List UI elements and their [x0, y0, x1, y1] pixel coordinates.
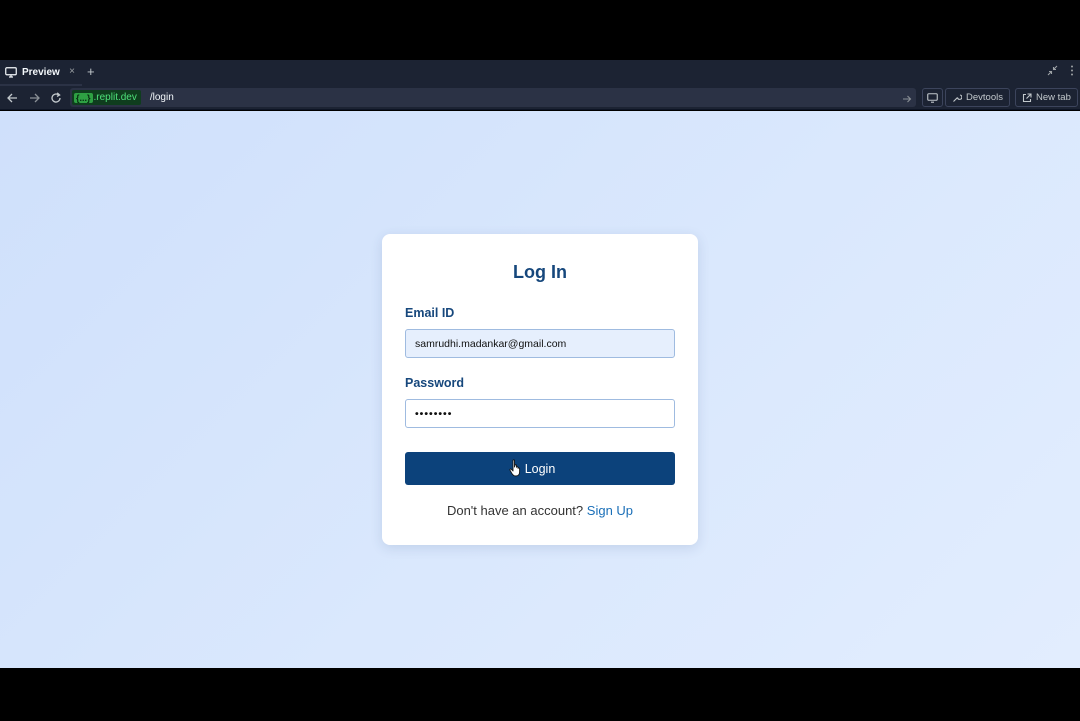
signup-prompt-text: Don't have an account? [446, 503, 584, 518]
login-button[interactable]: Login [405, 452, 675, 485]
browser-nav-bar: {...} .replit.dev /login Devtools New ta… [0, 86, 1080, 110]
external-link-icon [1022, 92, 1032, 102]
devtools-label: Devtools [966, 92, 1003, 103]
tab-label: Preview [22, 66, 60, 78]
new-tab-label: New tab [1036, 92, 1071, 103]
monitor-icon [5, 66, 17, 78]
page-viewport: Log In Email ID samrudhi.madankar@gmail.… [0, 111, 1080, 668]
add-tab-button[interactable]: + [87, 64, 95, 79]
email-label: Email ID [405, 306, 455, 320]
device-icon [927, 92, 938, 103]
email-field[interactable]: samrudhi.madankar@gmail.com [405, 329, 675, 358]
close-icon[interactable]: × [69, 66, 75, 77]
minimize-icon[interactable] [1047, 65, 1058, 79]
url-bar[interactable]: {...} .replit.dev /login [70, 88, 916, 107]
more-options-icon[interactable] [1070, 65, 1074, 79]
device-preview-button[interactable] [922, 88, 943, 107]
hand-cursor-icon [509, 459, 522, 480]
wrench-icon [953, 93, 962, 102]
new-tab-button[interactable]: New tab [1015, 88, 1078, 107]
browser-tab-bar: Preview × + [0, 60, 1080, 86]
tab-preview[interactable]: Preview × [0, 60, 82, 86]
domain-badge-label: {...} [74, 92, 93, 103]
back-arrow-icon[interactable] [4, 90, 20, 106]
letterbox-top [0, 0, 1080, 60]
page-title: Log In [513, 262, 567, 282]
url-domain: .replit.dev [93, 92, 137, 103]
sign-up-link[interactable]: Sign Up [587, 503, 633, 518]
forward-arrow-icon[interactable] [26, 90, 42, 106]
url-path: /login [149, 92, 174, 103]
signup-prompt: Don't have an account? Sign Up [382, 503, 698, 518]
devtools-button[interactable]: Devtools [945, 88, 1010, 107]
reload-icon[interactable] [48, 90, 64, 106]
login-card: Log In Email ID samrudhi.madankar@gmail.… [382, 234, 698, 545]
password-label: Password [405, 376, 465, 390]
password-field[interactable]: •••••••• [405, 399, 675, 428]
login-button-label: Login [524, 461, 556, 476]
domain-badge: {...} .replit.dev [72, 90, 141, 105]
go-arrow-icon[interactable] [902, 91, 912, 109]
letterbox-bottom [0, 668, 1080, 721]
